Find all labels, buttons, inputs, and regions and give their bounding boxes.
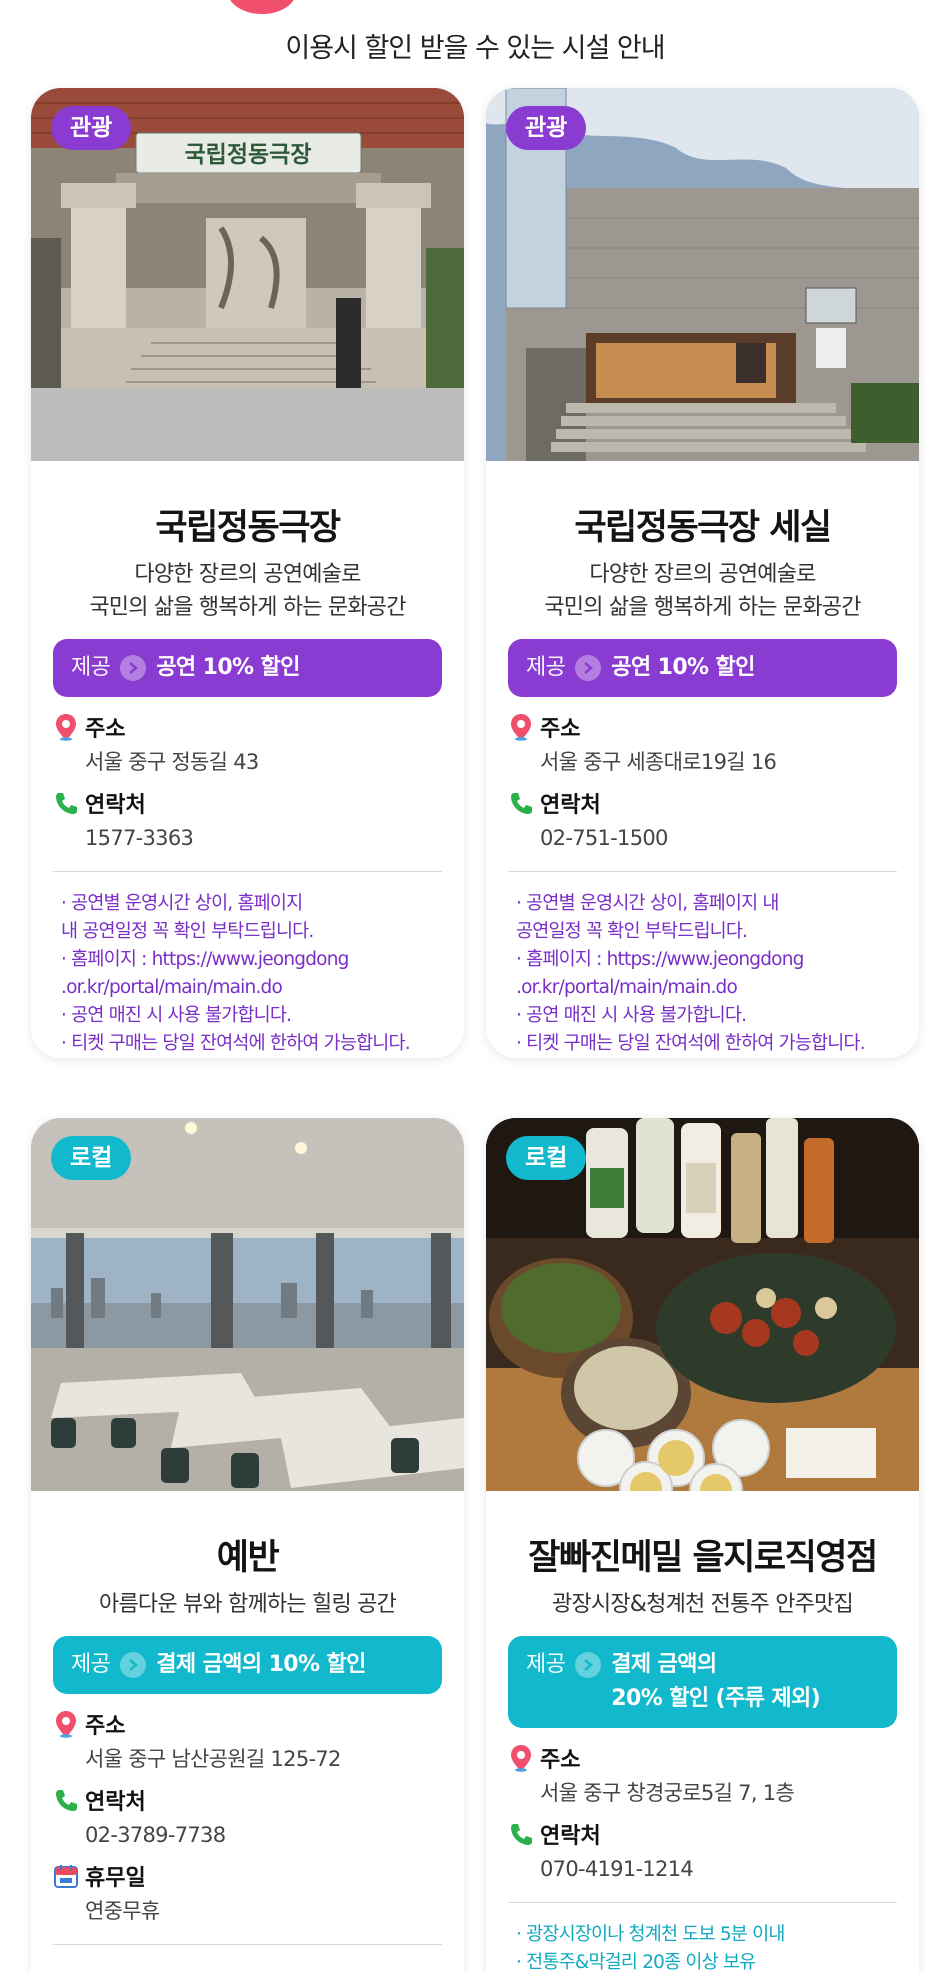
benefit-prefix: 제공 xyxy=(526,1652,566,1677)
contact-value[interactable]: 070-4191-1214 xyxy=(508,1852,897,1886)
facility-card-cecil[interactable]: 관광 국립정동극장 세실 다양한 장르의 공연예술로 국민의 삶을 행복하게 하… xyxy=(486,88,919,1058)
facility-description: 다양한 장르의 공연예술로 국민의 삶을 행복하게 하는 문화공간 xyxy=(544,562,861,620)
map-pin-icon xyxy=(53,713,79,741)
holiday-label: 휴무일 xyxy=(85,1866,146,1891)
facility-photo: 로컬 xyxy=(486,1118,919,1491)
divider xyxy=(53,1944,442,1945)
phone-icon xyxy=(508,1820,534,1848)
discount-benefit: 제공 결제 금액의 20% 할인 (주류 제외) xyxy=(508,1636,897,1728)
phone-icon xyxy=(53,1786,79,1814)
category-tag: 로컬 xyxy=(51,1136,132,1180)
facility-card-jalbbajin-memil[interactable]: 로컬 잘빠진메밀 을지로직영점 광장시장&청계천 전통주 안주맛집 제공 결제 … xyxy=(486,1118,919,1973)
map-pin-icon xyxy=(508,713,534,741)
contact-label: 연락처 xyxy=(85,793,146,818)
phone-icon xyxy=(53,789,79,817)
map-pin-icon xyxy=(53,1710,79,1738)
facility-title: 잘빠진메밀 을지로직영점 xyxy=(528,1538,878,1578)
facility-card-yeban[interactable]: 로컬 예반 아름다운 뷰와 함께하는 힐링 공간 제공 결제 금액의 10% 할… xyxy=(31,1118,464,1973)
phone-icon xyxy=(508,789,534,817)
facility-photo: 로컬 xyxy=(31,1118,464,1491)
benefit-text: 공연 10% 할인 xyxy=(156,655,300,680)
facility-description: 다양한 장르의 공연예술로 국민의 삶을 행복하게 하는 문화공간 xyxy=(89,562,406,620)
facility-photo: 국립정동극장 관광 xyxy=(31,88,464,461)
facility-description: 아름다운 뷰와 함께하는 힐링 공간 xyxy=(99,1592,397,1617)
address-label: 주소 xyxy=(85,717,126,742)
page-heading: 이용시 할인 받을 수 있는 시설 안내 xyxy=(285,33,665,64)
category-tag: 관광 xyxy=(506,106,587,150)
discount-benefit: 제공 공연 10% 할인 xyxy=(508,639,897,697)
contact-value[interactable]: 1577-3363 xyxy=(53,821,442,855)
address-value: 서울 중구 정동길 43 xyxy=(85,750,259,774)
photo-sign-text: 국립정동극장 xyxy=(185,142,312,168)
facility-title: 국립정동극장 세실 xyxy=(574,508,832,548)
chevron-right-icon xyxy=(120,1652,147,1678)
chevron-right-icon xyxy=(120,655,147,681)
divider xyxy=(508,1902,897,1903)
benefit-text: 결제 금액의 20% 할인 (주류 제외) xyxy=(611,1652,821,1711)
benefit-prefix: 제공 xyxy=(526,655,566,680)
benefit-prefix: 제공 xyxy=(71,1652,111,1677)
facility-title: 국립정동극장 xyxy=(155,508,341,548)
discount-benefit: 제공 공연 10% 할인 xyxy=(53,639,442,697)
address-label: 주소 xyxy=(540,717,581,742)
divider xyxy=(53,871,442,872)
divider xyxy=(508,871,897,872)
top-decoration-dot xyxy=(228,0,296,14)
address-value: 서울 중구 창경궁로5길 7, 1층 xyxy=(540,1781,795,1805)
address-label: 주소 xyxy=(85,1714,126,1739)
contact-label: 연락처 xyxy=(85,1790,146,1815)
chevron-right-icon xyxy=(575,655,602,681)
contact-label: 연락처 xyxy=(540,793,601,818)
benefit-text: 공연 10% 할인 xyxy=(611,655,755,680)
contact-value[interactable]: 02-3789-7738 xyxy=(53,1818,442,1852)
address-value: 서울 중구 세종대로19길 16 xyxy=(540,750,777,774)
holiday-value: 연중무휴 xyxy=(85,1899,160,1923)
address-label: 주소 xyxy=(540,1748,581,1773)
facility-title: 예반 xyxy=(216,1538,280,1578)
contact-label: 연락처 xyxy=(540,1824,601,1849)
usage-notes: · 공연별 운영시간 상이, 홈페이지 내 공연일정 꼭 확인 부탁드립니다. … xyxy=(61,893,411,1054)
usage-notes: · 광장시장이나 청계천 도보 5분 이내 · 전통주&막걸리 20종 이상 보… xyxy=(516,1924,785,1973)
map-pin-icon xyxy=(508,1744,534,1772)
benefit-text: 결제 금액의 10% 할인 xyxy=(156,1652,366,1677)
contact-value[interactable]: 02-751-1500 xyxy=(508,821,897,855)
benefit-prefix: 제공 xyxy=(71,655,111,680)
chevron-right-icon xyxy=(575,1652,602,1678)
category-tag: 로컬 xyxy=(506,1136,587,1180)
facility-description: 광장시장&청계천 전통주 안주맛집 xyxy=(552,1592,854,1617)
address-value: 서울 중구 남산공원길 125-72 xyxy=(85,1747,341,1771)
usage-notes: · 공연별 운영시간 상이, 홈페이지 내 공연일정 꼭 확인 부탁드립니다. … xyxy=(516,893,866,1054)
calendar-icon xyxy=(53,1862,79,1890)
facility-photo: 관광 xyxy=(486,88,919,461)
discount-benefit: 제공 결제 금액의 10% 할인 xyxy=(53,1636,442,1694)
category-tag: 관광 xyxy=(51,106,132,150)
facility-card-jeongdong[interactable]: 국립정동극장 관광 국립정동극장 다양한 장르의 공연예술로 국민의 삶을 행복… xyxy=(31,88,464,1058)
